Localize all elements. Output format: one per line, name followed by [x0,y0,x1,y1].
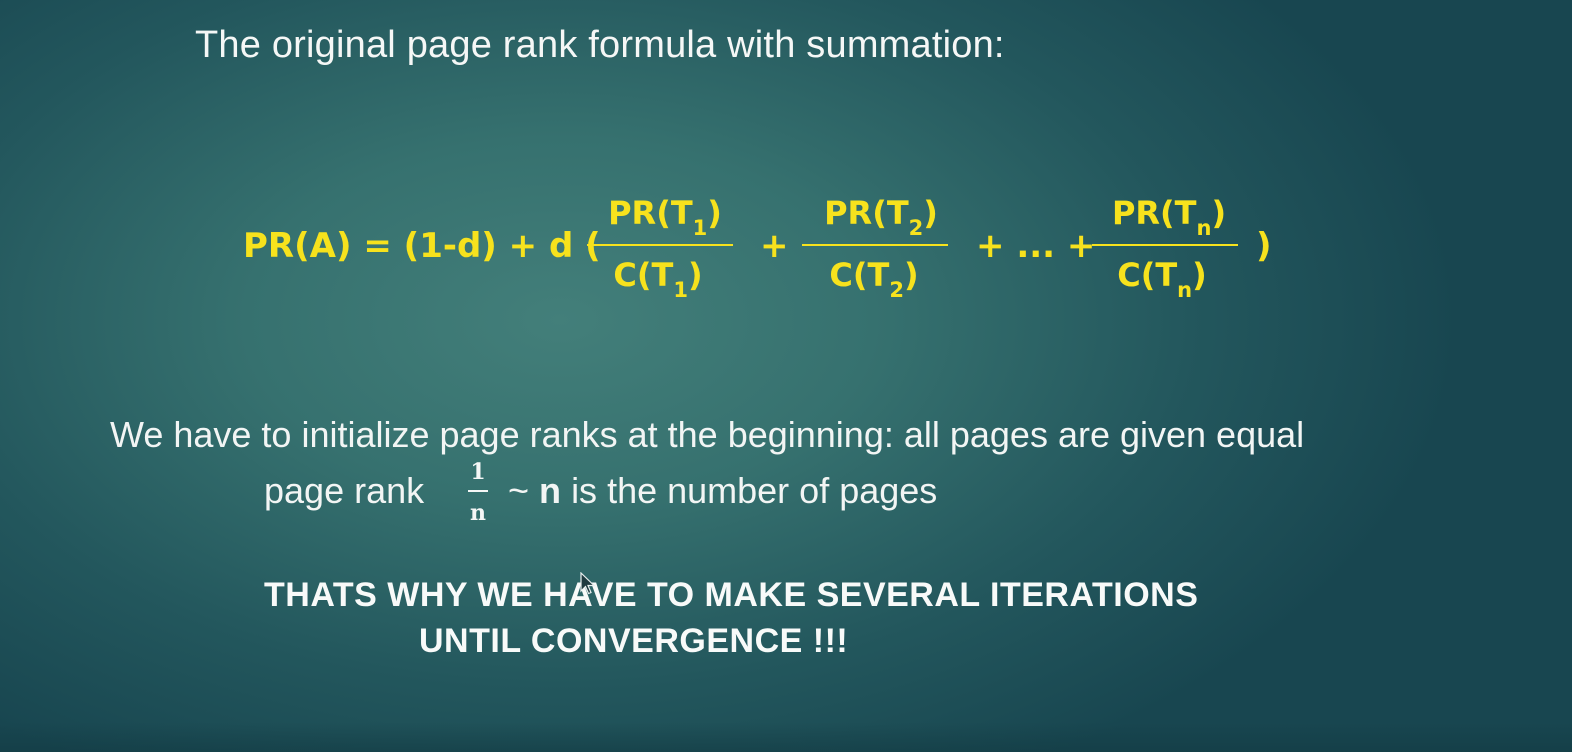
fraction-2-numerator: PR(T2) [824,194,938,240]
conclusion-line-1: THATS WHY WE HAVE TO MAKE SEVERAL ITERAT… [264,576,1199,614]
mouse-cursor-icon [580,572,596,595]
fraction-n-bar [1092,244,1238,246]
init-text-line-2-suffix: is the number of pages [571,470,938,511]
tilde-symbol: ~ [508,470,530,511]
fraction-n-numerator: PR(Tn) [1111,194,1227,240]
fraction-1-bar [587,244,733,246]
init-text-line-2-rest: ~ n is the number of pages [508,470,937,512]
fraction-1-numerator: PR(T1) [608,194,722,240]
init-fraction-numerator: 1 [470,459,486,485]
fraction-2-denominator: C(T2) [829,256,919,302]
init-fraction-bar [468,490,488,492]
init-text-line-1: We have to initialize page ranks at the … [110,414,1305,455]
conclusion-line-2: UNTIL CONVERGENCE !!! [419,622,849,660]
fraction-2-bar [802,244,948,246]
bottom-shadow [0,722,1572,752]
formula-close-paren: ) [1256,226,1272,266]
init-fraction-denominator: n [470,500,486,526]
fraction-n-denominator: C(Tn) [1117,256,1207,302]
n-variable: n [539,470,562,511]
presentation-slide: The original page rank formula with summ… [0,0,1572,752]
init-text-line-2-prefix: page rank [264,470,425,511]
formula-plus: + [760,226,789,266]
slide-title: The original page rank formula with summ… [195,24,1005,66]
formula-plus-ellipsis: + ... + [976,226,1096,266]
formula-lhs: PR(A) = (1-d) + d ( [243,226,601,266]
fraction-1-denominator: C(T1) [613,256,703,302]
